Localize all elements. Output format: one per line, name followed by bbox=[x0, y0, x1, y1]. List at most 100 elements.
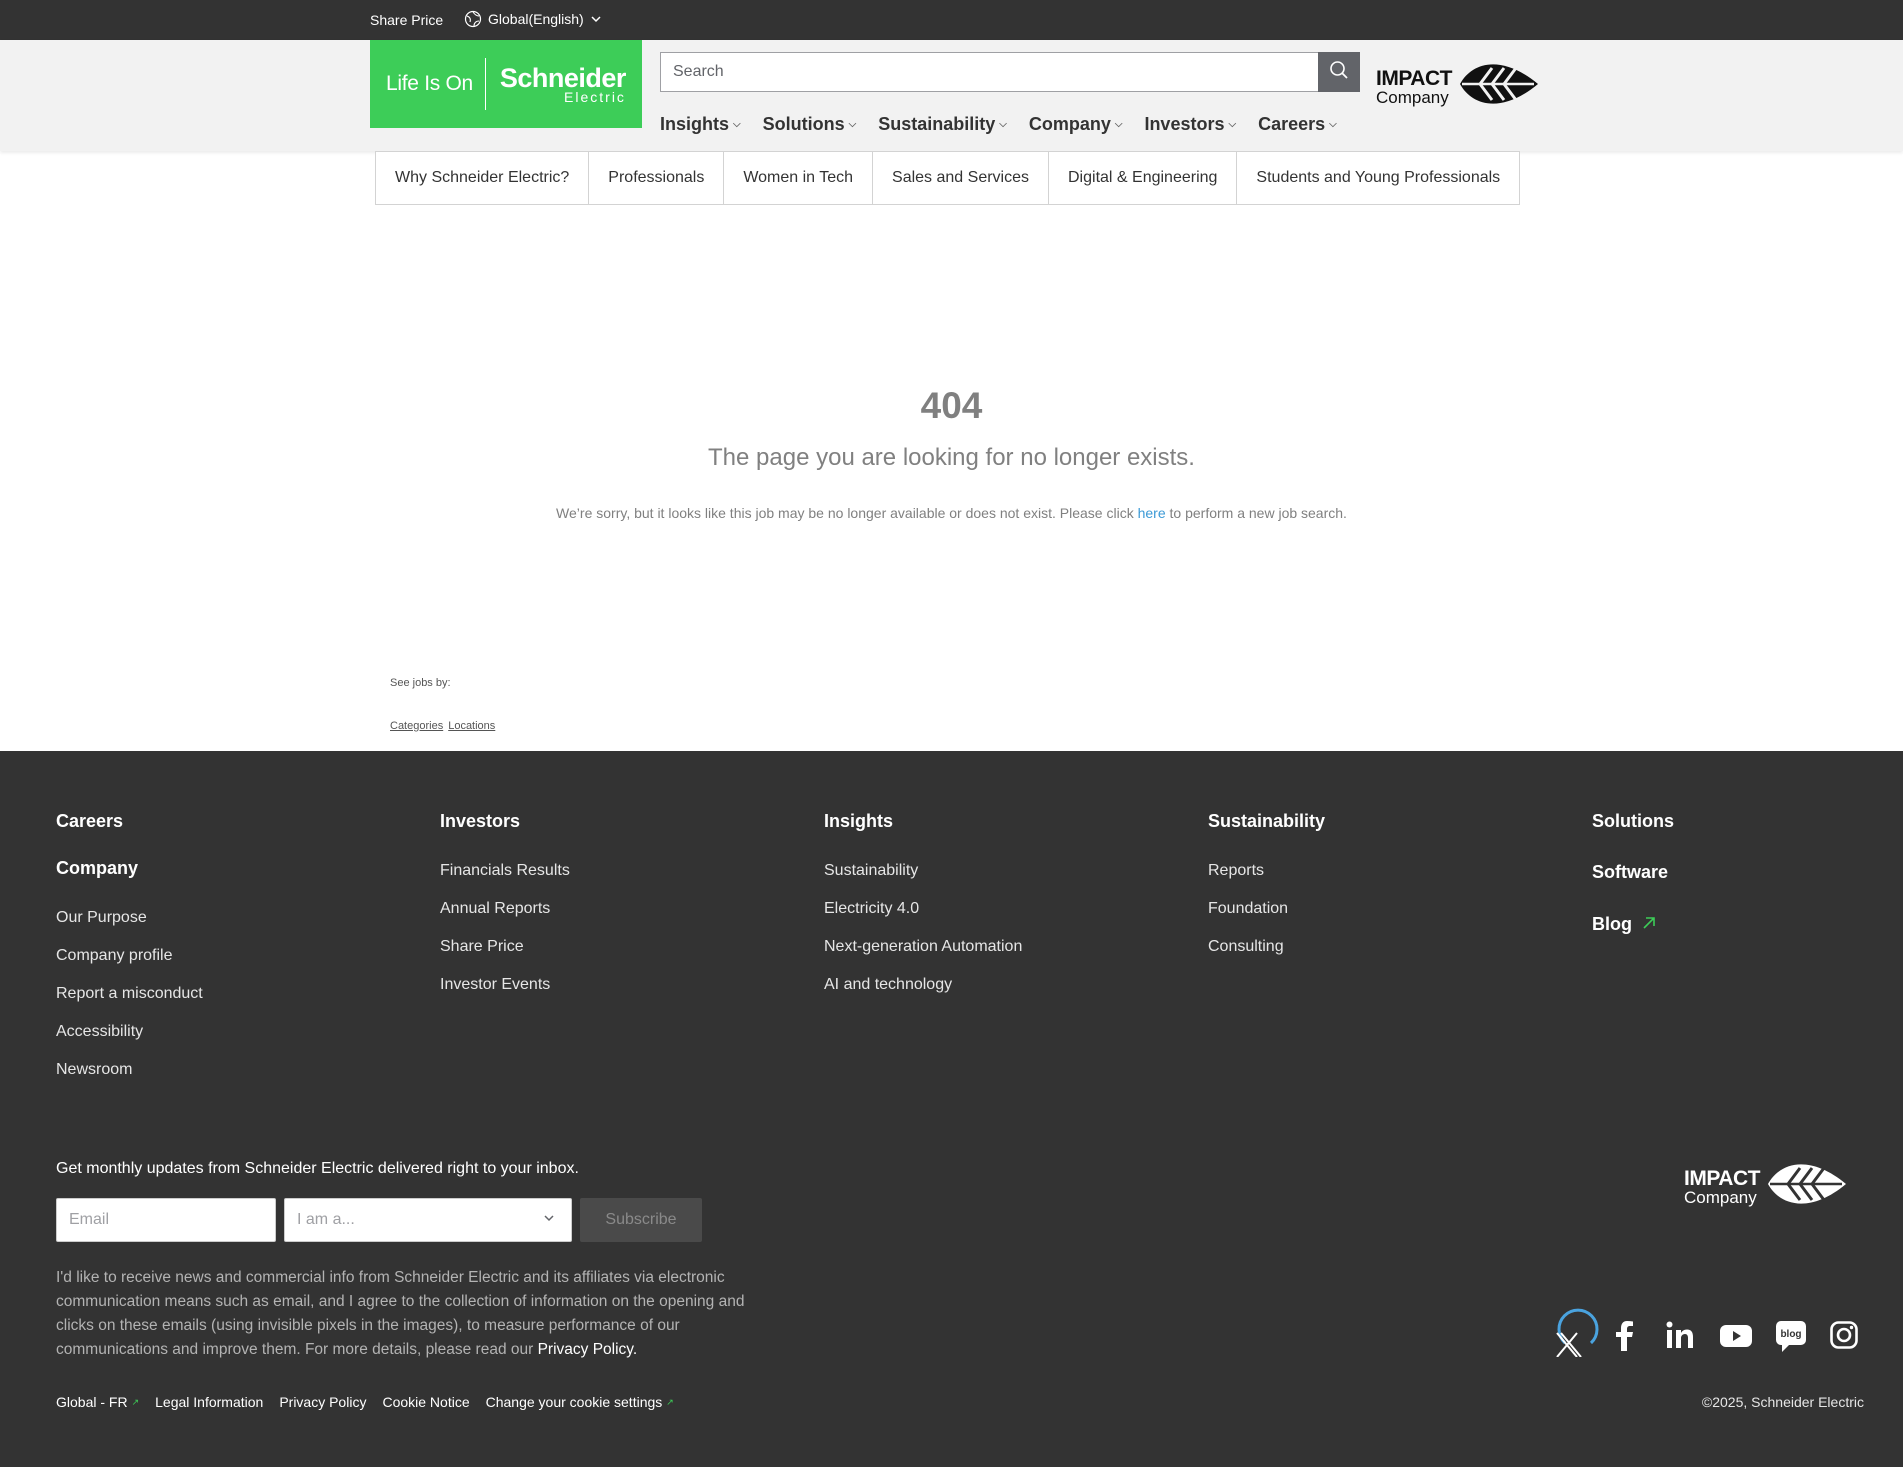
linkedin-icon[interactable] bbox=[1666, 1321, 1694, 1354]
chevron-down-icon: ⌵ bbox=[733, 119, 741, 130]
share-price-link[interactable]: Share Price bbox=[370, 12, 443, 28]
social-icons: blog bbox=[1550, 1299, 1870, 1359]
footer-col-insights: Insights Sustainability Electricity 4.0 … bbox=[824, 811, 1022, 1014]
footer-link[interactable]: Reports bbox=[1208, 862, 1325, 880]
external-arrow-icon: ↗ bbox=[666, 1396, 674, 1407]
copyright: ©2025, Schneider Electric bbox=[1701, 1394, 1864, 1410]
footer-link[interactable]: Foundation bbox=[1208, 900, 1325, 918]
newsletter-role-select[interactable]: I am a... bbox=[284, 1198, 572, 1242]
site-footer: Careers Company Our Purpose Company prof… bbox=[0, 751, 1903, 1467]
footer-col-solutions: Solutions Software Blog bbox=[1592, 811, 1674, 935]
instagram-icon[interactable] bbox=[1830, 1321, 1858, 1354]
footer-link[interactable]: Investor Events bbox=[440, 976, 570, 994]
legal-information-link[interactable]: Legal Information bbox=[155, 1394, 263, 1410]
footer-link[interactable]: Annual Reports bbox=[440, 900, 570, 918]
impact-company-badge[interactable]: IMPACT Company bbox=[1376, 56, 1540, 117]
cookie-notice-link[interactable]: Cookie Notice bbox=[382, 1394, 469, 1410]
footer-link[interactable]: Financials Results bbox=[440, 862, 570, 880]
tab-women-in-tech[interactable]: Women in Tech bbox=[724, 151, 874, 205]
company-label: Company bbox=[1684, 1187, 1757, 1207]
categories-link[interactable]: Categories bbox=[390, 720, 443, 732]
new-search-link[interactable]: here bbox=[1138, 505, 1166, 521]
newsletter-heading: Get monthly updates from Schneider Elect… bbox=[56, 1160, 579, 1177]
x-icon[interactable] bbox=[1553, 1301, 1601, 1362]
nav-solutions[interactable]: Solutions ⌵ bbox=[763, 114, 857, 135]
see-jobs-links: Categories Locations bbox=[390, 720, 500, 732]
globe-icon bbox=[464, 10, 482, 28]
error-message: The page you are looking for no longer e… bbox=[708, 444, 1195, 471]
search-input[interactable] bbox=[661, 53, 1319, 91]
footer-company-heading[interactable]: Company bbox=[56, 858, 203, 879]
footer-sustainability-heading[interactable]: Sustainability bbox=[1208, 811, 1325, 832]
search-box bbox=[660, 52, 1360, 92]
footer-col-investors: Investors Financials Results Annual Repo… bbox=[440, 811, 570, 1014]
language-selector[interactable]: Global(English) bbox=[464, 10, 602, 28]
chevron-down-icon bbox=[543, 1213, 555, 1226]
footer-link[interactable]: Accessibility bbox=[56, 1023, 203, 1041]
nav-investors[interactable]: Investors ⌵ bbox=[1144, 114, 1236, 135]
nav-sustainability[interactable]: Sustainability ⌵ bbox=[878, 114, 1007, 135]
chevron-down-icon: ⌵ bbox=[1114, 119, 1123, 130]
footer-link[interactable]: Newsroom bbox=[56, 1061, 203, 1079]
tab-sales-and-services[interactable]: Sales and Services bbox=[873, 151, 1049, 205]
external-arrow-icon bbox=[1642, 914, 1656, 935]
facebook-icon[interactable] bbox=[1614, 1321, 1634, 1356]
see-jobs-label: See jobs by: bbox=[390, 677, 451, 689]
newsletter-consent-text: I'd like to receive news and commercial … bbox=[56, 1269, 745, 1358]
nav-careers[interactable]: Careers ⌵ bbox=[1258, 114, 1337, 135]
chevron-down-icon bbox=[590, 13, 602, 25]
newsletter-email-input[interactable]: Email bbox=[56, 1198, 276, 1242]
search-icon bbox=[1329, 60, 1349, 85]
footer-link[interactable]: Company profile bbox=[56, 947, 203, 965]
impact-label: IMPACT bbox=[1684, 1166, 1760, 1190]
impact-label: IMPACT bbox=[1376, 66, 1452, 90]
error-description: We’re sorry, but it looks like this job … bbox=[556, 505, 1347, 521]
impact-company-badge-footer[interactable]: IMPACT Company bbox=[1684, 1156, 1848, 1217]
footer-link[interactable]: Electricity 4.0 bbox=[824, 900, 1022, 918]
global-fr-link[interactable]: Global - FR ↗ bbox=[56, 1394, 139, 1410]
schneider-logo[interactable]: Life Is On Schneider Electric bbox=[370, 40, 642, 128]
footer-link[interactable]: Share Price bbox=[440, 938, 570, 956]
footer-investors-heading[interactable]: Investors bbox=[440, 811, 570, 832]
footer-careers-heading[interactable]: Careers bbox=[56, 811, 203, 832]
youtube-icon[interactable] bbox=[1720, 1324, 1752, 1353]
footer-col-careers: Careers Company Our Purpose Company prof… bbox=[56, 811, 203, 1099]
schneider-electric-wordmark: Schneider Electric bbox=[499, 62, 627, 105]
logo-divider bbox=[484, 58, 486, 110]
company-label: Company bbox=[1376, 87, 1449, 107]
search-button[interactable] bbox=[1318, 52, 1360, 92]
external-arrow-icon: ↗ bbox=[131, 1396, 140, 1407]
footer-link[interactable]: Sustainability bbox=[824, 862, 1022, 880]
subscribe-button[interactable]: Subscribe bbox=[580, 1198, 702, 1242]
footer-software-heading[interactable]: Software bbox=[1592, 862, 1674, 883]
footer-legal-links: Global - FR ↗ Legal Information Privacy P… bbox=[56, 1394, 690, 1410]
tab-why-schneider[interactable]: Why Schneider Electric? bbox=[375, 151, 590, 205]
chevron-down-icon: ⌵ bbox=[848, 119, 857, 130]
blog-icon[interactable]: blog bbox=[1776, 1321, 1806, 1358]
tab-students-young-professionals[interactable]: Students and Young Professionals bbox=[1237, 151, 1521, 205]
footer-link[interactable]: Next-generation Automation bbox=[824, 938, 1022, 956]
footer-link[interactable]: Report a misconduct bbox=[56, 985, 203, 1003]
footer-link[interactable]: Consulting bbox=[1208, 938, 1325, 956]
privacy-policy-link[interactable]: Privacy Policy bbox=[279, 1394, 366, 1410]
blog-icon-label: blog bbox=[1780, 1329, 1801, 1340]
cookie-settings-link[interactable]: Change your cookie settings ↗ bbox=[486, 1394, 674, 1410]
leaf-icon bbox=[1766, 1156, 1848, 1217]
chevron-down-icon: ⌵ bbox=[1329, 119, 1337, 130]
footer-blog-link[interactable]: Blog bbox=[1592, 914, 1674, 935]
main-navigation: Insights ⌵ Solutions ⌵ Sustainability ⌵ Com… bbox=[660, 114, 1359, 135]
nav-insights[interactable]: Insights ⌵ bbox=[660, 114, 741, 135]
privacy-policy-link[interactable]: Privacy Policy. bbox=[538, 1341, 638, 1358]
footer-link[interactable]: AI and technology bbox=[824, 976, 1022, 994]
tab-digital-engineering[interactable]: Digital & Engineering bbox=[1049, 151, 1238, 205]
footer-insights-heading[interactable]: Insights bbox=[824, 811, 1022, 832]
footer-solutions-heading[interactable]: Solutions bbox=[1592, 811, 1674, 832]
nav-company[interactable]: Company ⌵ bbox=[1029, 114, 1123, 135]
error-code: 404 bbox=[920, 385, 983, 426]
life-is-on-text: Life Is On bbox=[386, 72, 473, 95]
footer-col-sustainability: Sustainability Reports Foundation Consul… bbox=[1208, 811, 1325, 976]
top-utility-bar: Share Price Global(English) bbox=[0, 0, 1903, 40]
locations-link[interactable]: Locations bbox=[448, 720, 495, 732]
footer-link[interactable]: Our Purpose bbox=[56, 909, 203, 927]
tab-professionals[interactable]: Professionals bbox=[589, 151, 725, 205]
